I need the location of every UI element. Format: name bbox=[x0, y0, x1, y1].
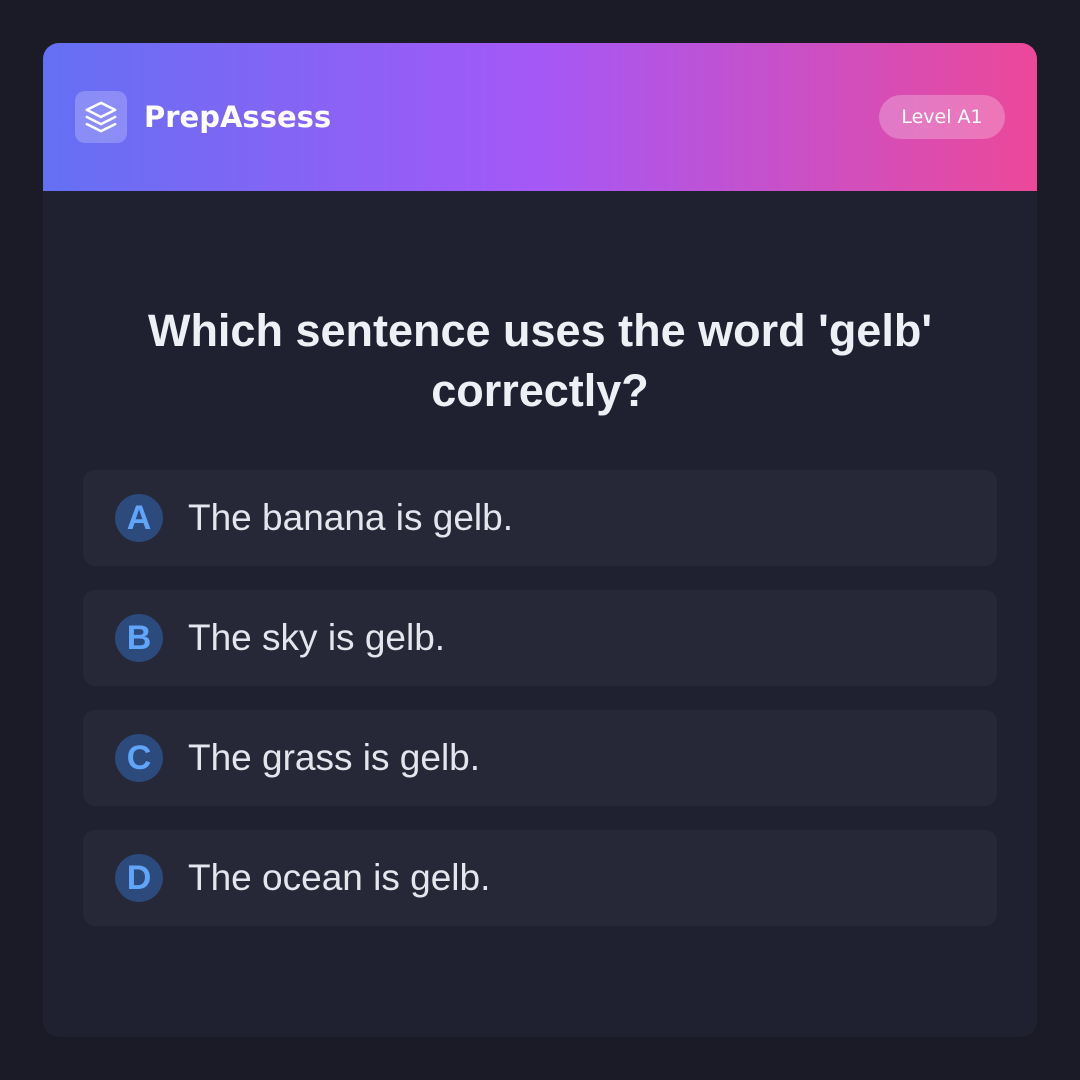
option-text: The sky is gelb. bbox=[188, 617, 446, 658]
answer-option-c[interactable]: C The grass is gelb. bbox=[83, 710, 997, 806]
layers-icon bbox=[75, 91, 127, 143]
option-letter-badge: C bbox=[115, 734, 163, 782]
answer-option-a[interactable]: A The banana is gelb. bbox=[83, 470, 997, 566]
option-letter-badge: A bbox=[115, 494, 163, 542]
option-text: The ocean is gelb. bbox=[188, 857, 491, 898]
question-text: Which sentence uses the word 'gelb' corr… bbox=[147, 305, 933, 416]
option-letter-badge: B bbox=[115, 614, 163, 662]
brand-name: PrepAssess bbox=[144, 100, 332, 134]
answer-option-d[interactable]: D The ocean is gelb. bbox=[83, 830, 997, 926]
option-letter-badge: D bbox=[115, 854, 163, 902]
quiz-card: PrepAssess Level A1 Which sentence uses … bbox=[43, 43, 1037, 1037]
option-text: The banana is gelb. bbox=[188, 497, 514, 538]
quiz-header: PrepAssess Level A1 bbox=[43, 43, 1037, 191]
level-badge: Level A1 bbox=[879, 95, 1005, 139]
answer-option-b[interactable]: B The sky is gelb. bbox=[83, 590, 997, 686]
option-text: The grass is gelb. bbox=[188, 737, 481, 778]
